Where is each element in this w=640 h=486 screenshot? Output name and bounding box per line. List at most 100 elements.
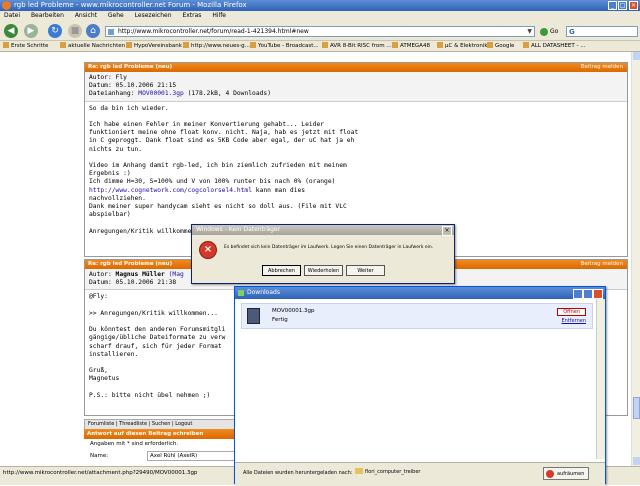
download-filename: MOV00001.3gp <box>272 308 315 314</box>
bookmark-icon <box>392 42 398 48</box>
scroll-down-icon[interactable] <box>633 457 640 465</box>
url-dropdown-icon[interactable]: ▼ <box>527 27 532 37</box>
menu-hilfe[interactable]: Hilfe <box>212 12 226 19</box>
scroll-up-icon[interactable] <box>633 52 640 60</box>
forward-icon[interactable]: ▶ <box>24 24 38 38</box>
cleanup-button[interactable]: aufräumen <box>543 467 589 480</box>
report-post-link[interactable]: Beitrag melden <box>581 63 623 72</box>
dialog-titlebar: Windows - Kein Datenträger × <box>192 225 454 236</box>
bookmark-item[interactable]: YouTube - Broadcast... <box>250 41 319 51</box>
bookmark-item[interactable]: aktuelle Nachrichten ... <box>60 41 132 51</box>
required-note: Angaben mit * sind erforderlich. <box>90 441 179 447</box>
open-button[interactable]: Öffnen <box>557 308 586 316</box>
post-date: Datum: 05.10.2006 21:15 <box>89 82 177 90</box>
window-title: rgb led Probleme - www.mikrocontroller.n… <box>14 1 247 9</box>
back-icon[interactable]: ◀ <box>4 24 18 38</box>
menu-datei[interactable]: Datei <box>4 12 20 19</box>
url-input[interactable]: http://www.mikrocontroller.net/forum/rea… <box>105 26 535 37</box>
close-button[interactable]: × <box>629 1 638 10</box>
bookmark-icon <box>487 42 493 48</box>
maximize-button[interactable] <box>583 289 593 299</box>
attachment-link[interactable]: MOV00001.3gp <box>138 90 184 97</box>
firefox-icon <box>2 1 11 10</box>
author-link[interactable]: (Mag <box>169 271 184 278</box>
folder-icon <box>355 468 363 474</box>
bookmark-item[interactable]: ALL DATASHEET - ... <box>523 41 585 51</box>
post-meta: Autor: Fly Datum: 05.10.2006 21:15 Datei… <box>85 72 627 102</box>
page-scrollbar[interactable] <box>631 52 640 466</box>
bookmark-item[interactable]: ATMEGA48 <box>392 41 430 51</box>
post-date: Datum: 05.10.2006 21:38 <box>89 279 177 287</box>
bookmark-item[interactable]: HypoVereinsbank <box>126 41 182 51</box>
bookmark-icon <box>523 42 529 48</box>
report-post-link[interactable]: Beitrag melden <box>581 260 623 269</box>
saved-to-label: Alle Dateien wurden heruntergeladen nach… <box>243 470 353 476</box>
retry-button[interactable]: Wiederholen <box>304 265 343 276</box>
bookmark-item[interactable]: AVR 8-Bit RISC from ... <box>322 41 392 51</box>
bookmarks-toolbar: Erste Schritte aktuelle Nachrichten ... … <box>0 41 640 52</box>
menu-bearbeiten[interactable]: Bearbeiten <box>31 12 64 19</box>
bookmark-item[interactable]: Erste Schritte <box>3 41 48 51</box>
answer-header: Antwort auf diesen Beitrag schreiben <box>84 429 239 439</box>
go-button[interactable]: Go <box>540 26 564 37</box>
minimize-button[interactable] <box>573 289 583 299</box>
bookmark-icon <box>3 42 9 48</box>
downloads-window: Downloads MOV00001.3gp Fertig Öffnen Ent… <box>234 286 606 486</box>
menu-extras[interactable]: Extras <box>182 12 201 19</box>
bookmark-item[interactable]: µC & Elektronik <box>437 41 488 51</box>
post-author: Magnus Müller <box>115 271 165 278</box>
cleanup-icon <box>546 470 554 478</box>
reload-icon[interactable]: ↻ <box>48 24 62 38</box>
bookmark-icon <box>60 42 66 48</box>
post-header: Re: rgb led Probleme (neu) Beitrag melde… <box>85 63 627 72</box>
status-text: http://www.mikrocontroller.net/attachmen… <box>3 470 198 476</box>
home-icon[interactable]: ⌂ <box>86 24 100 38</box>
downloads-scrollbar[interactable] <box>596 299 605 459</box>
dialog-close-icon[interactable]: × <box>442 226 452 236</box>
download-folder[interactable]: flori_computer_treiber <box>355 468 420 475</box>
download-status: Fertig <box>272 317 288 323</box>
search-input[interactable]: G <box>566 26 638 37</box>
bookmark-icon <box>322 42 328 48</box>
url-text: http://www.mikrocontroller.net/forum/rea… <box>118 28 309 35</box>
name-label: Name: <box>90 453 109 459</box>
name-input[interactable]: Axel Rühl (AxelR) <box>147 451 237 461</box>
menu-lesezeichen[interactable]: Lesezeichen <box>135 12 172 19</box>
page-icon <box>108 29 114 35</box>
downloads-titlebar: Downloads <box>235 287 605 299</box>
dialog-message: Es befindet sich kein Datenträger im Lau… <box>224 245 434 250</box>
bookmark-icon <box>437 42 443 48</box>
menu-gehe[interactable]: Gehe <box>108 12 124 19</box>
bookmark-icon <box>183 42 189 48</box>
go-icon <box>540 27 548 36</box>
remove-link[interactable]: Entfernen <box>561 318 586 324</box>
video-file-icon <box>247 308 260 324</box>
downloads-icon <box>238 290 244 296</box>
bookmark-icon <box>250 42 256 48</box>
downloads-footer: Alle Dateien wurden heruntergeladen nach… <box>235 462 605 486</box>
close-button[interactable] <box>593 289 603 299</box>
google-search-icon: G <box>569 28 575 36</box>
downloads-title: Downloads <box>247 289 280 296</box>
navigation-toolbar: ◀ ▶ ↻ ■ ⌂ http://www.mikrocontroller.net… <box>0 21 640 41</box>
post-author: Autor: Fly <box>89 74 127 81</box>
download-item[interactable]: MOV00001.3gp Fertig Öffnen Entfernen <box>241 303 593 329</box>
error-dialog: Windows - Kein Datenträger × × Es befind… <box>191 224 455 284</box>
bookmark-icon <box>126 42 132 48</box>
go-label: Go <box>550 28 559 35</box>
scroll-thumb[interactable] <box>633 397 640 419</box>
post-body: So da bin ich wieder. Ich habe einen Feh… <box>89 104 359 235</box>
error-icon: × <box>199 241 217 259</box>
menu-bar: Datei Bearbeiten Ansicht Gehe Lesezeiche… <box>0 11 640 21</box>
external-link[interactable]: http://www.cognetwork.com/cogcolorsel4.h… <box>89 187 252 194</box>
menu-ansicht[interactable]: Ansicht <box>75 12 97 19</box>
minimize-button[interactable]: _ <box>608 1 617 10</box>
continue-button[interactable]: Weiter <box>346 265 385 276</box>
bookmark-item[interactable]: Google <box>487 41 514 51</box>
maximize-button[interactable]: □ <box>618 1 627 10</box>
stop-icon[interactable]: ■ <box>68 24 82 38</box>
dialog-title: Windows - Kein Datenträger <box>196 226 281 233</box>
window-titlebar: rgb led Probleme - www.mikrocontroller.n… <box>0 0 640 11</box>
cancel-button[interactable]: Abbrechen <box>262 265 301 276</box>
bookmark-item[interactable]: http://www.neues-g... <box>183 41 250 51</box>
